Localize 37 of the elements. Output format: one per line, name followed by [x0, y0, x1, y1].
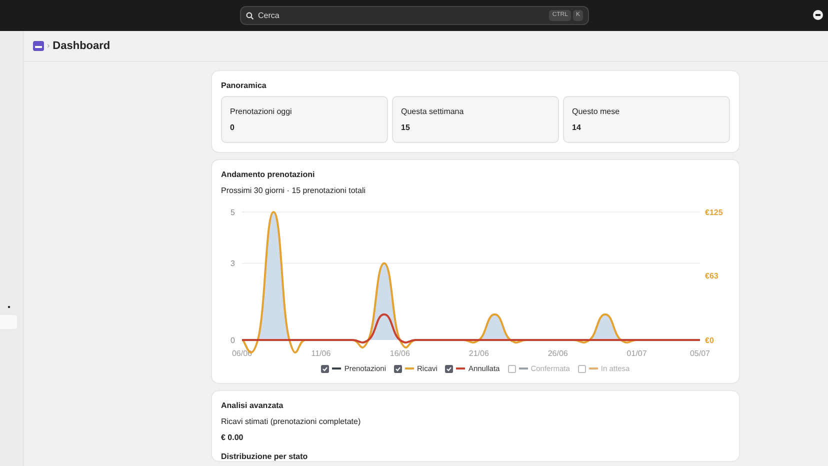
x-axis-label: 01/07	[626, 349, 647, 358]
x-axis-label: 16/06	[390, 349, 410, 358]
card-title: Panoramica	[221, 80, 268, 92]
stat-label: Questa settimana	[401, 106, 465, 118]
section-title: Distribuzione per stato	[221, 451, 309, 464]
y-axis-label: €63	[705, 272, 718, 280]
revenue-label: Ricavi stimati (prenotazioni completate)	[221, 416, 362, 428]
checkbox[interactable]	[508, 364, 516, 373]
page-title: Dashboard	[52, 38, 110, 54]
checkbox[interactable]	[321, 364, 330, 373]
y-axis-label: 3	[230, 259, 235, 268]
user-avatar-icon[interactable]	[813, 10, 823, 20]
checkbox[interactable]	[394, 364, 402, 373]
chart-subtitle: Prossimi 30 giorni · 15 prenotazioni totali	[221, 185, 367, 197]
stat-label: Questo mese	[572, 106, 621, 118]
x-axis-label: 06/06	[232, 349, 252, 358]
dashboard-icon	[33, 41, 44, 51]
card-title: Analisi avanzata	[221, 400, 284, 412]
x-axis-label: 26/06	[548, 349, 568, 358]
checkbox[interactable]	[445, 364, 454, 373]
y-axis-label: €125	[705, 208, 723, 217]
breadcrumb-separator: ›	[47, 40, 50, 52]
search-icon	[246, 12, 254, 20]
card-title: Andamento prenotazioni	[221, 169, 316, 181]
y-axis-label: 5	[230, 208, 235, 217]
stat-label: Prenotazioni oggi	[230, 106, 293, 118]
stat-value: 0	[230, 122, 236, 134]
y-axis-label: 0	[230, 336, 235, 345]
x-axis-label: 21/06	[468, 349, 489, 358]
stat-value: 15	[401, 122, 411, 134]
stat-value: 14	[572, 122, 582, 134]
revenue-value: € 0.00	[221, 432, 244, 444]
search-field[interactable]: Cerca	[258, 10, 546, 22]
y-axis-label: €0	[705, 336, 714, 345]
x-axis-label: 05/07	[690, 349, 710, 358]
x-axis-label: 11/06	[311, 349, 331, 358]
checkbox[interactable]	[578, 364, 586, 373]
